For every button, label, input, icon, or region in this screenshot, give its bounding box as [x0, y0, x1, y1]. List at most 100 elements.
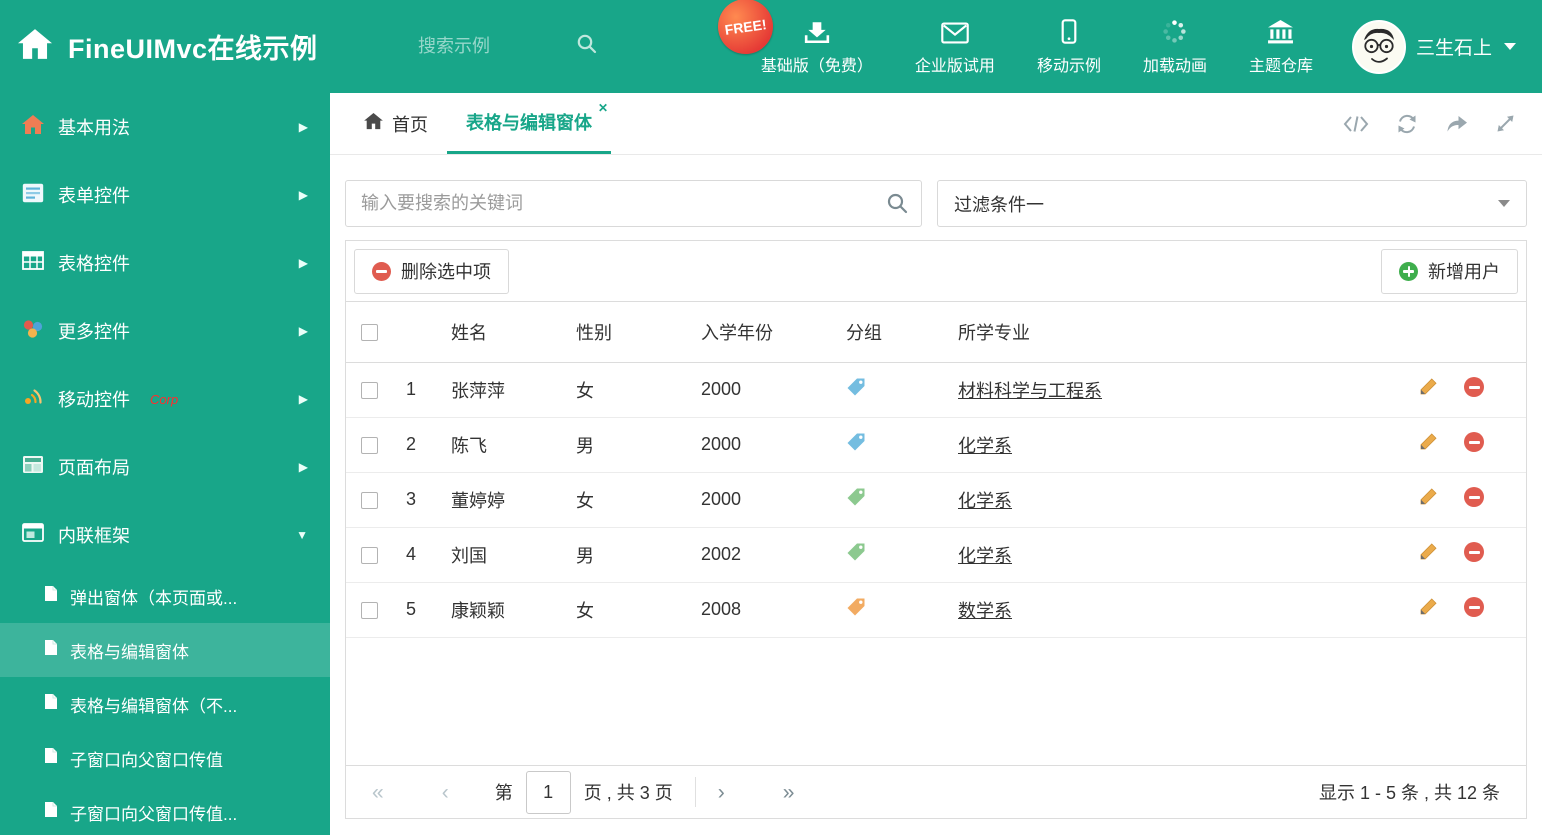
users-table: 姓名 性别 入学年份 分组 所学专业 1 张萍萍 女 2000 材料科学与工程系…	[346, 302, 1526, 638]
sidebar-subitem-child-to-parent[interactable]: 子窗口向父窗口传值	[0, 731, 330, 785]
sidebar-item-form-controls[interactable]: 表单控件	[0, 161, 330, 229]
free-badge: FREE!	[714, 0, 777, 58]
filter-row: 过滤条件一	[345, 180, 1527, 227]
nav-item-enterprise-trial[interactable]: 企业版试用	[894, 0, 1016, 93]
search-icon[interactable]	[576, 33, 598, 60]
row-checkbox[interactable]	[361, 436, 378, 454]
cell-name: 康颖颖	[451, 582, 576, 638]
cell-name: 陈飞	[451, 417, 576, 473]
next-page-button[interactable]	[718, 782, 725, 803]
row-checkbox[interactable]	[361, 546, 378, 564]
sidebar-subitem-child-to-parent-2[interactable]: 子窗口向父窗口传值...	[0, 785, 330, 835]
sidebar-item-more-controls[interactable]: 更多控件	[0, 297, 330, 365]
nav-item-mobile-demo[interactable]: 移动示例	[1016, 0, 1122, 93]
column-header-group: 分组	[846, 302, 958, 363]
tab-bar: 首页 表格与编辑窗体	[330, 93, 1542, 155]
nav-label: 企业版试用	[914, 57, 995, 75]
prev-page-button[interactable]	[442, 782, 449, 803]
major-link[interactable]: 材料科学与工程系	[958, 381, 1102, 401]
header-search-input[interactable]	[418, 36, 576, 57]
signal-icon	[22, 387, 44, 412]
sidebar-item-label: 移动控件	[58, 390, 130, 410]
user-menu[interactable]: 三生石上	[1334, 19, 1542, 74]
share-arrow-icon[interactable]	[1445, 114, 1468, 134]
close-icon[interactable]	[598, 101, 608, 115]
sidebar-item-iframe[interactable]: 内联框架	[0, 501, 330, 569]
delete-row-icon[interactable]	[1464, 377, 1484, 397]
major-link[interactable]: 数学系	[958, 601, 1012, 621]
row-checkbox[interactable]	[361, 381, 378, 399]
more-controls-icon	[22, 319, 44, 344]
edit-pencil-icon[interactable]	[1418, 378, 1438, 401]
tab-home[interactable]: 首页	[345, 93, 447, 154]
nav-item-basic-free[interactable]: FREE! 基础版（免费）	[714, 0, 894, 93]
home-icon	[18, 29, 52, 64]
sidebar-subitem-popup-window[interactable]: 弹出窗体（本页面或...	[0, 569, 330, 623]
file-icon	[44, 747, 58, 769]
select-all-checkbox[interactable]	[361, 324, 378, 341]
table-row: 5 康颖颖 女 2008 数学系	[346, 582, 1526, 638]
bank-icon	[1267, 18, 1294, 44]
corp-badge: Corp	[150, 391, 179, 407]
nav-item-theme-repo[interactable]: 主题仓库	[1228, 0, 1334, 93]
user-name: 三生石上	[1415, 38, 1492, 59]
sidebar-item-label: 表单控件	[58, 186, 130, 206]
download-icon	[804, 18, 830, 44]
edit-pencil-icon[interactable]	[1418, 543, 1438, 566]
delete-selected-button[interactable]: 删除选中项	[354, 248, 509, 294]
cell-name: 刘国	[451, 527, 576, 583]
delete-row-icon[interactable]	[1464, 432, 1484, 452]
first-page-button[interactable]	[372, 782, 384, 803]
grid-toolbar: 删除选中项 新增用户	[346, 241, 1526, 302]
main-content: 首页 表格与编辑窗体 ✕ 输入要搜索的关键词 过滤条件一 删除选中项 新增用户 …	[330, 93, 1542, 835]
pagination-summary: 显示 1 - 5 条 , 共 12 条	[1318, 783, 1500, 803]
source-code-icon[interactable]	[1343, 114, 1369, 134]
chevron-down-icon	[1504, 43, 1516, 50]
column-header-index	[406, 302, 451, 363]
search-icon[interactable]	[886, 192, 909, 220]
refresh-icon[interactable]	[1396, 113, 1418, 135]
sidebar-item-label: 基本用法	[58, 118, 130, 138]
sidebar: 基本用法 表单控件 表格控件 更多控件 移动控件 Corp 页面布局	[0, 93, 330, 835]
expand-icon[interactable]	[1495, 113, 1516, 134]
add-user-button[interactable]: 新增用户	[1381, 248, 1518, 294]
last-page-button[interactable]	[783, 782, 795, 803]
form-icon	[22, 183, 44, 208]
sidebar-item-page-layout[interactable]: 页面布局	[0, 433, 330, 501]
edit-pencil-icon[interactable]	[1418, 598, 1438, 621]
row-checkbox[interactable]	[361, 601, 378, 619]
sidebar-subitem-grid-edit-window[interactable]: 表格与编辑窗体	[0, 623, 330, 677]
edit-pencil-icon[interactable]	[1418, 433, 1438, 456]
tab-grid-edit-window[interactable]: 表格与编辑窗体	[447, 93, 611, 154]
sidebar-subitem-grid-edit-window-no[interactable]: 表格与编辑窗体（不...	[0, 677, 330, 731]
sidebar-item-mobile-controls[interactable]: 移动控件 Corp	[0, 365, 330, 433]
delete-row-icon[interactable]	[1464, 597, 1484, 617]
frame-icon	[22, 523, 44, 547]
sidebar-item-grid-controls[interactable]: 表格控件	[0, 229, 330, 297]
keyword-search	[345, 180, 922, 227]
nav-label: 主题仓库	[1248, 57, 1313, 75]
major-link[interactable]: 化学系	[958, 491, 1012, 511]
delete-row-icon[interactable]	[1464, 487, 1484, 507]
brand[interactable]: FineUIMvc在线示例	[0, 27, 418, 66]
major-link[interactable]: 化学系	[958, 436, 1012, 456]
chevron-down-icon	[296, 528, 308, 542]
sidebar-item-basic-usage[interactable]: 基本用法	[0, 93, 330, 161]
table-row: 1 张萍萍 女 2000 材料科学与工程系	[346, 362, 1526, 418]
filter-dropdown[interactable]: 过滤条件一	[937, 180, 1527, 227]
page-label-prefix: 第	[494, 783, 513, 803]
column-header-name: 姓名	[451, 302, 576, 363]
keyword-search-input[interactable]	[345, 180, 922, 227]
major-link[interactable]: 化学系	[958, 546, 1012, 566]
cell-year: 2000	[701, 417, 846, 473]
column-header-year: 入学年份	[701, 302, 846, 363]
row-checkbox[interactable]	[361, 491, 378, 509]
nav-item-loading-animation[interactable]: 加载动画	[1122, 0, 1228, 93]
filter-dropdown-value: 过滤条件一	[954, 194, 1044, 215]
file-icon	[44, 639, 58, 661]
file-icon	[44, 585, 58, 607]
table-row: 2 陈飞 男 2000 化学系	[346, 417, 1526, 473]
delete-row-icon[interactable]	[1464, 542, 1484, 562]
page-number-input[interactable]	[525, 770, 571, 814]
edit-pencil-icon[interactable]	[1418, 488, 1438, 511]
